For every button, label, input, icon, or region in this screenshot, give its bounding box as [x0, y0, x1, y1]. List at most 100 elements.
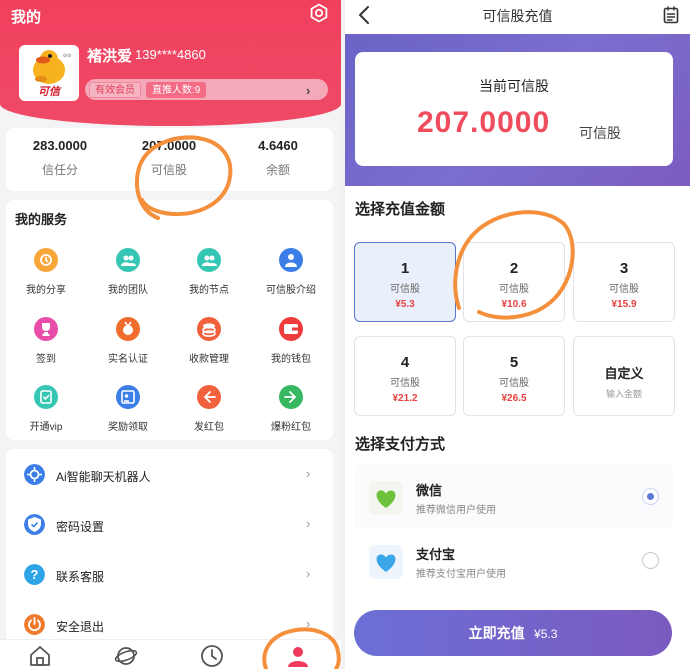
amount-option-custom[interactable]: 自定义 输入金额	[573, 336, 675, 416]
member-status-badge: 有效会员	[89, 82, 141, 98]
service-item[interactable]: 开通vip	[6, 385, 86, 433]
my-services-card: 我的服务 我的分享 我的团队 我的节点 可信股介绍 签到 实名认证 收款管理 我的钱包 开通vi…	[6, 200, 333, 440]
stat-trusted-shares[interactable]: 207.0000 可信股	[119, 138, 219, 178]
amount-price: ¥5.3	[395, 299, 415, 310]
amount-section-title: 选择充值金额	[355, 201, 446, 218]
service-label: 实名认证	[108, 354, 148, 365]
menu-item[interactable]: ? 联系客服 ›	[6, 551, 333, 599]
menu-item[interactable]: 密码设置 ›	[6, 501, 333, 549]
user-phone: 139****4860	[135, 47, 206, 62]
nav-bar: 可信股充值	[345, 0, 690, 34]
shield-icon	[24, 514, 45, 535]
amount-option[interactable]: 5 可信股 ¥26.5	[463, 336, 565, 416]
service-item[interactable]: 发红包	[169, 385, 249, 433]
recharge-screen: 可信股充值 当前可信股 207.0000 可信股 选择充值金额 1 可信股 ¥5.3…	[345, 0, 690, 669]
service-item[interactable]: 奖励领取	[88, 385, 168, 433]
stat-trust-score[interactable]: 283.0000 信任分	[10, 138, 110, 178]
amount-unit: 可信股	[390, 284, 420, 295]
alipay-radio[interactable]	[642, 552, 659, 569]
amount-option[interactable]: 3 可信股 ¥15.9	[573, 242, 675, 322]
menu-item[interactable]: Ai智能聊天机器人 ›	[6, 451, 333, 499]
coins-icon	[197, 317, 221, 341]
medal-icon	[116, 317, 140, 341]
reward-card-icon	[116, 385, 140, 409]
service-item[interactable]: 我的团队	[88, 248, 168, 296]
wallet-icon	[279, 317, 303, 341]
chevron-right-icon[interactable]: ›	[306, 83, 310, 98]
vip-icon	[34, 385, 58, 409]
service-item[interactable]: 收款管理	[169, 317, 249, 365]
stock-intro-icon	[279, 248, 303, 272]
avatar-label: 可信	[38, 86, 60, 98]
service-label: 可信股介绍	[266, 285, 316, 296]
page-title: 可信股充值	[482, 8, 553, 24]
stat-value: 207.0000	[141, 138, 197, 153]
menu-label: 联系客服	[56, 570, 105, 584]
bottom-tab-bar	[0, 639, 341, 669]
settings-icon[interactable]	[309, 3, 329, 23]
service-item[interactable]: 我的钱包	[251, 317, 331, 365]
payment-name: 微信	[416, 483, 443, 498]
service-label: 奖励领取	[108, 422, 148, 433]
payment-option-alipay[interactable]: 支付宝 推荐支付宝用户使用	[355, 527, 673, 595]
amount-price: ¥21.2	[392, 393, 418, 404]
menu-label: 安全退出	[56, 620, 105, 634]
stat-label: 可信股	[150, 163, 187, 177]
wechat-radio[interactable]	[642, 488, 659, 505]
history-clock-tab-icon[interactable]	[200, 644, 224, 668]
share-icon	[34, 248, 58, 272]
team-icon	[116, 248, 140, 272]
service-item[interactable]: 我的节点	[169, 248, 249, 296]
stat-value: 4.6460	[258, 138, 298, 153]
menu-label: 密码设置	[56, 520, 105, 534]
amount-unit: 可信股	[609, 284, 639, 295]
custom-amount-hint: 输入金额	[605, 389, 642, 399]
svg-text:?: ?	[31, 567, 39, 582]
menu-label: Ai智能聊天机器人	[56, 470, 151, 484]
user-name: 褚洪爱	[87, 48, 133, 65]
payment-option-wechat[interactable]: 微信 推荐微信用户使用	[355, 463, 673, 531]
amount-price: ¥10.6	[501, 299, 527, 310]
recharge-now-button[interactable]: 立即充值 ¥5.3	[354, 610, 672, 656]
avatar[interactable]: ⊙⊙ 可信	[19, 45, 79, 101]
amount-option[interactable]: 2 可信股 ¥10.6	[463, 242, 565, 322]
custom-amount-label: 自定义	[604, 366, 644, 381]
record-list-icon[interactable]	[663, 6, 679, 24]
service-item[interactable]: 可信股介绍	[251, 248, 331, 296]
amount-number: 3	[619, 260, 629, 277]
amount-option[interactable]: 4 可信股 ¥21.2	[354, 336, 456, 416]
amount-number: 1	[400, 260, 410, 277]
discover-planet-tab-icon[interactable]	[114, 644, 138, 668]
stat-balance[interactable]: 4.6460 余额	[228, 138, 328, 178]
service-label: 收款管理	[189, 354, 229, 365]
amount-option[interactable]: 1 可信股 ¥5.3	[354, 242, 456, 322]
service-label: 签到	[36, 354, 56, 365]
home-tab-icon[interactable]	[28, 644, 52, 668]
amount-number: 4	[400, 354, 410, 371]
service-label: 我的钱包	[271, 354, 311, 365]
amount-unit: 可信股	[390, 378, 420, 389]
service-item[interactable]: 实名认证	[88, 317, 168, 365]
stat-label: 余额	[265, 163, 290, 177]
amount-number: 5	[509, 354, 519, 371]
chevron-right-icon: ›	[306, 566, 311, 581]
service-item[interactable]: 爆粉红包	[251, 385, 331, 433]
amount-unit: 可信股	[499, 284, 529, 295]
service-label: 发红包	[194, 422, 224, 433]
chevron-right-icon: ›	[306, 616, 311, 631]
chevron-right-icon: ›	[306, 466, 311, 481]
payment-section-title: 选择支付方式	[355, 436, 446, 453]
profile-screen: 我的 ⊙⊙ 可信 褚洪爱 139****4860 有效会员 直推人数:9 › 2…	[0, 0, 341, 669]
green-heart-icon	[369, 481, 403, 515]
profile-person-tab-icon[interactable]	[286, 644, 310, 668]
balance-card: 当前可信股 207.0000 可信股	[355, 52, 673, 166]
submit-label: 立即充值	[468, 625, 525, 641]
service-item[interactable]: 签到	[6, 317, 86, 365]
payment-desc: 推荐支付宝用户使用	[416, 569, 506, 580]
service-item[interactable]: 我的分享	[6, 248, 86, 296]
submit-price: ¥5.3	[534, 627, 558, 641]
service-label: 我的分享	[26, 285, 66, 296]
service-label: 我的节点	[189, 285, 229, 296]
page-title: 我的	[11, 9, 42, 26]
direct-referrals-badge: 直推人数:9	[146, 82, 207, 98]
